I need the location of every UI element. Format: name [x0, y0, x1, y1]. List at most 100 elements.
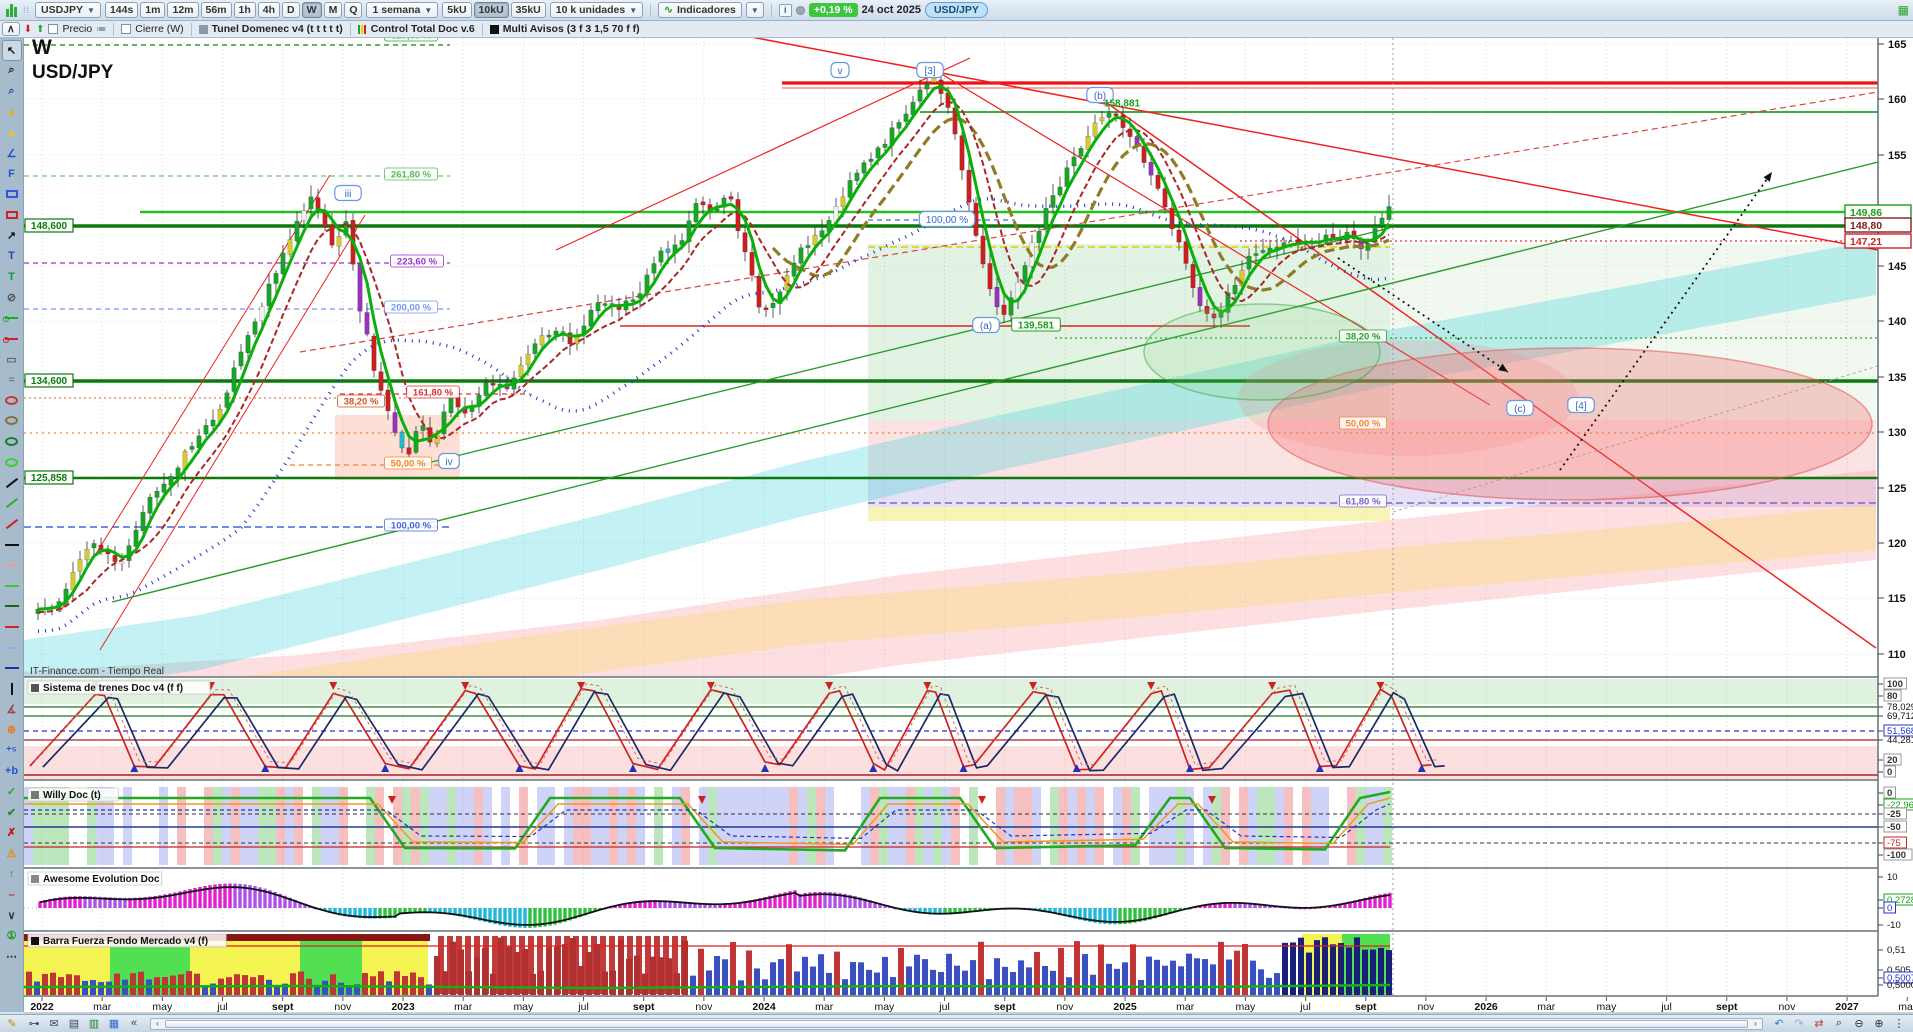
rect-red-tool[interactable] — [2, 205, 22, 226]
snapshot-icon[interactable]: ▦ — [104, 1017, 124, 1030]
more-tools[interactable]: ⋯ — [2, 946, 22, 967]
alert-tool[interactable]: ▲ — [2, 122, 22, 143]
hline-pink-tool[interactable] — [2, 555, 22, 576]
share-icon[interactable]: ⊶ — [24, 1017, 44, 1030]
note-tool[interactable]: T — [2, 267, 22, 288]
hline-lightblue-tool[interactable] — [2, 637, 22, 658]
record-dot-icon[interactable] — [795, 5, 805, 15]
symbol-dropdown[interactable]: USDJPY ▼ — [35, 2, 101, 18]
fib-letters-tool[interactable]: +b — [2, 761, 22, 782]
pattern-tool[interactable]: ≈ — [2, 370, 22, 391]
volume-button-35ku[interactable]: 35kU — [510, 2, 546, 18]
text-tool[interactable]: T — [2, 246, 22, 267]
workspace-icon[interactable]: ▦ — [1898, 3, 1909, 17]
arrow-up-tool[interactable]: ↑ — [2, 864, 22, 885]
like-tool[interactable]: ✔ — [2, 802, 22, 823]
indicators-button[interactable]: ∿ Indicadores — [658, 2, 742, 18]
draw-mode-icon[interactable]: ✎ — [0, 1017, 24, 1030]
timeframe-button-4h[interactable]: 4h — [257, 2, 281, 18]
avisos-legend-label[interactable]: Multi Avisos (3 f 3 1,5 70 f f) — [503, 23, 640, 35]
timeframe-button-144s[interactable]: 144s — [104, 2, 139, 18]
line-black-tool[interactable] — [2, 472, 22, 493]
compare-icon[interactable]: ▥ — [84, 1017, 104, 1030]
fib-numbers-tool[interactable]: ⁺⁵ — [2, 740, 22, 761]
zoom-tool[interactable]: ⌕ — [2, 61, 22, 82]
zoom-area-tool[interactable]: ⌕ — [2, 81, 22, 102]
timeframe-button-w[interactable]: W — [301, 2, 322, 18]
delete-tool[interactable]: ✗ — [2, 823, 22, 844]
hline-anchor-green-tool[interactable] — [2, 308, 22, 329]
rect-blue-tool[interactable] — [2, 184, 22, 205]
arrow-tool[interactable]: ↗ — [2, 225, 22, 246]
volume-button-10ku[interactable]: 10kU — [473, 2, 509, 18]
fib-level-tool[interactable]: F — [2, 164, 22, 185]
units-dropdown[interactable]: 10 k unidades ▼ — [549, 2, 644, 18]
vline-tool[interactable] — [2, 678, 22, 699]
info-icon[interactable]: i — [778, 3, 792, 17]
timeframe-button-1h[interactable]: 1h — [233, 2, 256, 18]
horizontal-scrollbar[interactable]: ‹ › — [150, 1017, 1763, 1030]
fib-angle-tool[interactable]: ∠ — [2, 143, 22, 164]
candle-body — [784, 275, 790, 291]
confirm-tool[interactable]: ✓ — [2, 781, 22, 802]
timeframe-button-1m[interactable]: 1m — [140, 2, 166, 18]
timeframe-button-q[interactable]: Q — [344, 2, 363, 18]
indicators-caret-button[interactable]: ▼ — [745, 2, 764, 18]
price-checkbox[interactable] — [48, 24, 59, 34]
line-green-tool[interactable] — [2, 493, 22, 514]
chat-icon[interactable]: ✉ — [44, 1017, 64, 1030]
timeframe-button-12m[interactable]: 12m — [167, 2, 199, 18]
avisos-legend-icon[interactable] — [489, 24, 499, 34]
more-icon[interactable]: ⋮ — [1889, 1017, 1909, 1030]
document-icon[interactable]: ▤ — [64, 1017, 84, 1030]
control-legend-icon[interactable] — [357, 24, 367, 34]
warning-tool[interactable]: ⚠ — [2, 843, 22, 864]
tunel-legend-label[interactable]: Tunel Domenec v4 (t t t t t) — [212, 23, 343, 35]
ellipse-red-tool[interactable] — [2, 390, 22, 411]
circle-plus-tool[interactable]: ⊕ — [2, 720, 22, 741]
zoom-in-icon[interactable]: ⊕ — [1869, 1017, 1889, 1030]
hline-red-tool[interactable] — [2, 617, 22, 638]
scroll-right-arrow[interactable]: › — [1749, 1018, 1762, 1030]
collapse-tools[interactable]: ∨ — [2, 905, 22, 926]
timeframe-button-m[interactable]: M — [323, 2, 343, 18]
hline-green-tool[interactable] — [2, 575, 22, 596]
line-red-tool[interactable] — [2, 514, 22, 535]
pointer-tool[interactable]: ↖ — [1, 40, 22, 61]
transfer-icon[interactable]: ⇄ — [1809, 1017, 1829, 1030]
arrow-down-icon[interactable]: ⬇ — [24, 24, 32, 35]
arrow-up-icon[interactable]: ⬆ — [36, 24, 44, 35]
toolbar-grip[interactable]: ⁞⁞ — [23, 6, 31, 15]
tunel-legend-icon[interactable] — [198, 24, 208, 34]
collapse-panel-button[interactable]: ∧ — [2, 22, 20, 36]
ellipse-brown-tool[interactable] — [2, 411, 22, 432]
timeframe-button-56m[interactable]: 56m — [200, 2, 232, 18]
collapse-left-icon[interactable]: « — [124, 1017, 144, 1030]
symbol-tab[interactable]: USD/JPY — [924, 2, 988, 18]
scroll-left-arrow[interactable]: ‹ — [151, 1018, 164, 1030]
alert-cursor-tool[interactable]: ▲ — [2, 102, 22, 123]
period-dropdown[interactable]: 1 semana ▼ — [366, 2, 439, 18]
angle-tool[interactable]: ∡ — [2, 699, 22, 720]
zoom-out-icon[interactable]: ⊖ — [1849, 1017, 1869, 1030]
control-legend-label[interactable]: Control Total Doc v.6 — [371, 23, 475, 35]
list-icon[interactable]: ≔ — [96, 24, 106, 35]
volume-button-5ku[interactable]: 5kU — [442, 2, 472, 18]
ruler-tool[interactable]: ▭ — [2, 349, 22, 370]
minus-red-tool[interactable]: – — [2, 884, 22, 905]
close-checkbox[interactable] — [121, 24, 132, 34]
undo-icon[interactable]: ↶ — [1769, 1017, 1789, 1030]
hline-darkgreen-tool[interactable] — [2, 596, 22, 617]
redo-icon[interactable]: ↷ — [1789, 1017, 1809, 1030]
chart-canvas[interactable]: W USD/JPY IT-Finance.com - Tiempo Real 325,… — [24, 38, 1913, 1015]
ellipse-darkgreen-tool[interactable] — [2, 431, 22, 452]
zoom-window-icon[interactable]: ⌕ — [1829, 1017, 1849, 1030]
timeframe-button-d[interactable]: D — [282, 2, 300, 18]
ellipse-green-tool[interactable] — [2, 452, 22, 473]
hline-black-tool[interactable] — [2, 534, 22, 555]
measure-tool[interactable]: ⊘ — [2, 287, 22, 308]
hline-navy-tool[interactable] — [2, 658, 22, 679]
hline-anchor-red-tool[interactable] — [2, 328, 22, 349]
orders-tool[interactable]: ① — [2, 926, 22, 947]
scrollbar-thumb[interactable] — [165, 1019, 1748, 1028]
